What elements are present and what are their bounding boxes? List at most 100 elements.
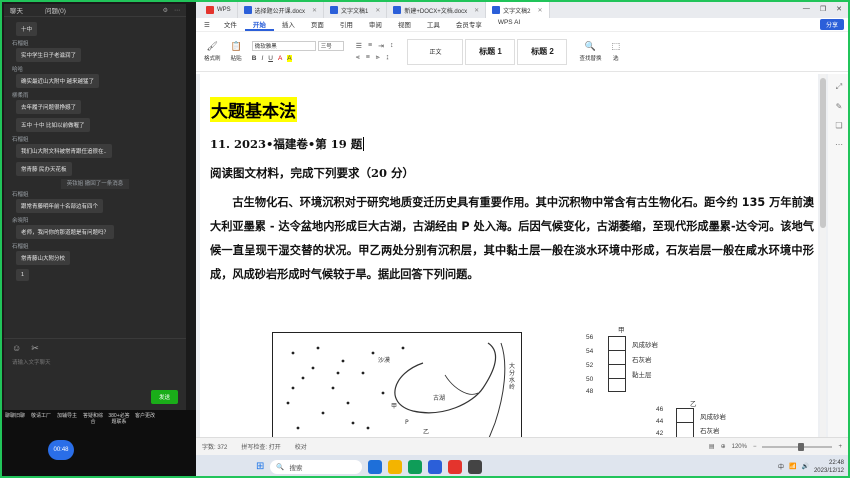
zoom-slider[interactable] [762, 442, 833, 451]
menu-item[interactable]: 文件 [216, 19, 245, 31]
desert-dot [346, 401, 350, 405]
style-normal[interactable]: 正文 [407, 38, 464, 65]
vertical-scrollbar[interactable] [820, 74, 826, 437]
select-icon[interactable]: ⬚ [612, 41, 621, 52]
wifi-icon[interactable]: 📶 [789, 463, 796, 470]
maximize-icon[interactable]: ❐ [820, 5, 826, 13]
menu-item[interactable]: 审阅 [361, 19, 390, 31]
zoom-slider-knob[interactable] [797, 442, 804, 451]
minimize-icon[interactable]: — [803, 5, 810, 13]
menu-item[interactable]: 插入 [274, 19, 303, 31]
menu-item[interactable]: 引用 [332, 19, 361, 31]
spell-check-status[interactable]: 拼写检查: 打开 [241, 442, 280, 451]
volume-icon[interactable]: 🔊 [801, 463, 808, 470]
menu-item[interactable]: 视图 [390, 19, 419, 31]
document-tab[interactable]: 文字文稿1 ✕ [324, 2, 388, 18]
proofread-button[interactable]: 校对 [295, 442, 307, 451]
bottom-item[interactable]: 敬请工厂 [30, 413, 52, 425]
close-tab-icon[interactable]: ✕ [474, 7, 479, 14]
menu-item[interactable]: 页面 [303, 19, 332, 31]
document-page[interactable]: 大题基本法 11. 2023•福建卷•第 19 题 阅读图文材料，完成下列要求（… [200, 74, 818, 437]
bold-icon[interactable]: B [252, 55, 257, 62]
wechat-icon[interactable] [408, 459, 423, 474]
ime-indicator[interactable]: 中 [778, 462, 784, 471]
more-icon[interactable]: ⋯ [174, 7, 180, 14]
menu-item[interactable]: 会员专享 [448, 19, 490, 31]
menu-item[interactable]: WPS AI [490, 19, 528, 31]
bottom-item[interactable]: 聊聊旧聊 [4, 413, 26, 425]
paste-icon[interactable]: 📋 [231, 41, 242, 52]
italic-icon[interactable]: I [261, 55, 263, 62]
indent-icon[interactable]: ⇥ [378, 42, 384, 50]
live-timer-badge[interactable]: 00:48 [48, 440, 74, 460]
web-view-icon[interactable]: ⊕ [721, 443, 726, 450]
wps-icon[interactable] [448, 459, 463, 474]
chat-message: 石榴姐 实中学生日子老滋润了 [4, 39, 186, 62]
scissors-icon[interactable]: ✂ [31, 343, 39, 354]
zoom-in-icon[interactable]: + [838, 444, 842, 450]
document-tab[interactable]: WPS [200, 2, 238, 18]
hamburger-icon[interactable]: ☰ [204, 21, 210, 29]
document-tab[interactable]: 新建+DOCX+文档.docx ✕ [387, 2, 487, 18]
bottom-item[interactable]: 客户更改 [134, 413, 156, 425]
underline-icon[interactable]: U [268, 55, 273, 62]
tab-chat[interactable]: 聊天 [10, 5, 23, 15]
numbered-list-icon[interactable]: ≡ [368, 42, 372, 50]
share-button[interactable]: 分享 [819, 19, 844, 30]
align-right-icon[interactable]: ⫸ [376, 54, 380, 62]
bottom-item[interactable]: 答疑和综合 [82, 413, 104, 425]
settings-icon[interactable]: ⚙ [163, 7, 168, 14]
menu-item[interactable]: 工具 [419, 19, 448, 31]
layers-icon[interactable]: ❏ [835, 121, 842, 130]
document-tab[interactable]: 选择题公开课.docx ✕ [238, 2, 325, 18]
scrollbar-thumb[interactable] [820, 78, 826, 228]
taskbar-search[interactable]: 🔍 搜索 [270, 459, 363, 474]
strata-figure: 甲 56 54 52 50 48 风成砂岩 石灰岩 黏土层 乙 46 44 42… [570, 324, 810, 437]
document-icon [206, 6, 214, 14]
zoom-level[interactable]: 120% [732, 444, 747, 450]
close-tab-icon[interactable]: ✕ [375, 7, 380, 14]
close-icon[interactable]: ✕ [836, 5, 842, 13]
chat-message: 石榴姐 我们山大附文科被常青跟任追很在.. [4, 135, 186, 158]
document-tab[interactable]: 文字文稿2 ✕ [486, 2, 550, 18]
style-heading-1[interactable]: 标题 1 [465, 38, 516, 65]
more-tools-icon[interactable]: ⋯ [835, 140, 843, 149]
chat-message-list[interactable]: 十中 石榴姐 实中学生日子老滋润了 哈哈 确实最近山大附中 越来越猛了 柳柔雨 去年履子问题… [4, 18, 186, 338]
highlight-icon[interactable]: A [287, 55, 292, 62]
tab-questions[interactable]: 问题(0) [45, 5, 66, 15]
find-icon[interactable]: 🔍 [585, 41, 596, 52]
layer-label: 石灰岩 [700, 428, 720, 435]
send-button[interactable]: 发送 [150, 390, 178, 404]
word-count[interactable]: 字数: 372 [202, 442, 227, 451]
file-explorer-icon[interactable] [388, 459, 403, 474]
bottom-item[interactable]: 加辅导主 [56, 413, 78, 425]
close-tab-icon[interactable]: ✕ [312, 7, 317, 14]
menu-item[interactable]: 开始 [244, 19, 274, 31]
font-size-select[interactable]: 三号 [317, 41, 344, 51]
ribbon: 🖌 格式刷 📋 粘贴 微软雅黑 三号 B I U A A ☰ ≡ ⇥ ↕ ⫷ ≡… [196, 32, 850, 72]
taskview-icon[interactable] [368, 459, 383, 474]
line-spacing-icon[interactable]: ↨ [386, 54, 390, 62]
chat-input[interactable]: 请输入文字聊天 [4, 358, 186, 366]
zoom-out-icon[interactable]: − [753, 444, 757, 450]
edge-icon[interactable] [428, 459, 443, 474]
start-icon[interactable]: ⊞ [256, 461, 264, 472]
chat-message: 十中 [4, 18, 186, 36]
edit-icon[interactable]: ✎ [836, 102, 843, 111]
app-icon[interactable] [468, 459, 483, 474]
clock[interactable]: 22:48 2023/12/12 [814, 459, 844, 475]
expand-icon[interactable]: ⤢ [836, 82, 842, 92]
close-tab-icon[interactable]: ✕ [537, 7, 542, 14]
style-heading-2[interactable]: 标题 2 [517, 38, 568, 65]
format-painter-icon[interactable]: 🖌 [207, 41, 218, 52]
font-color-icon[interactable]: A [278, 55, 282, 62]
bullet-list-icon[interactable]: ☰ [356, 42, 362, 50]
view-mode-icon[interactable]: ▤ [709, 443, 715, 450]
emoji-icon[interactable]: ☺ [12, 343, 21, 354]
align-left-icon[interactable]: ⫷ [356, 54, 360, 62]
font-family-select[interactable]: 微软雅黑 [251, 41, 316, 51]
message-bubble: 五中 十中 比如以前做喔了 [16, 118, 90, 132]
sort-icon[interactable]: ↕ [390, 42, 394, 50]
align-center-icon[interactable]: ≡ [366, 54, 370, 62]
bottom-item[interactable]: 380+必答题联系 [108, 413, 130, 425]
